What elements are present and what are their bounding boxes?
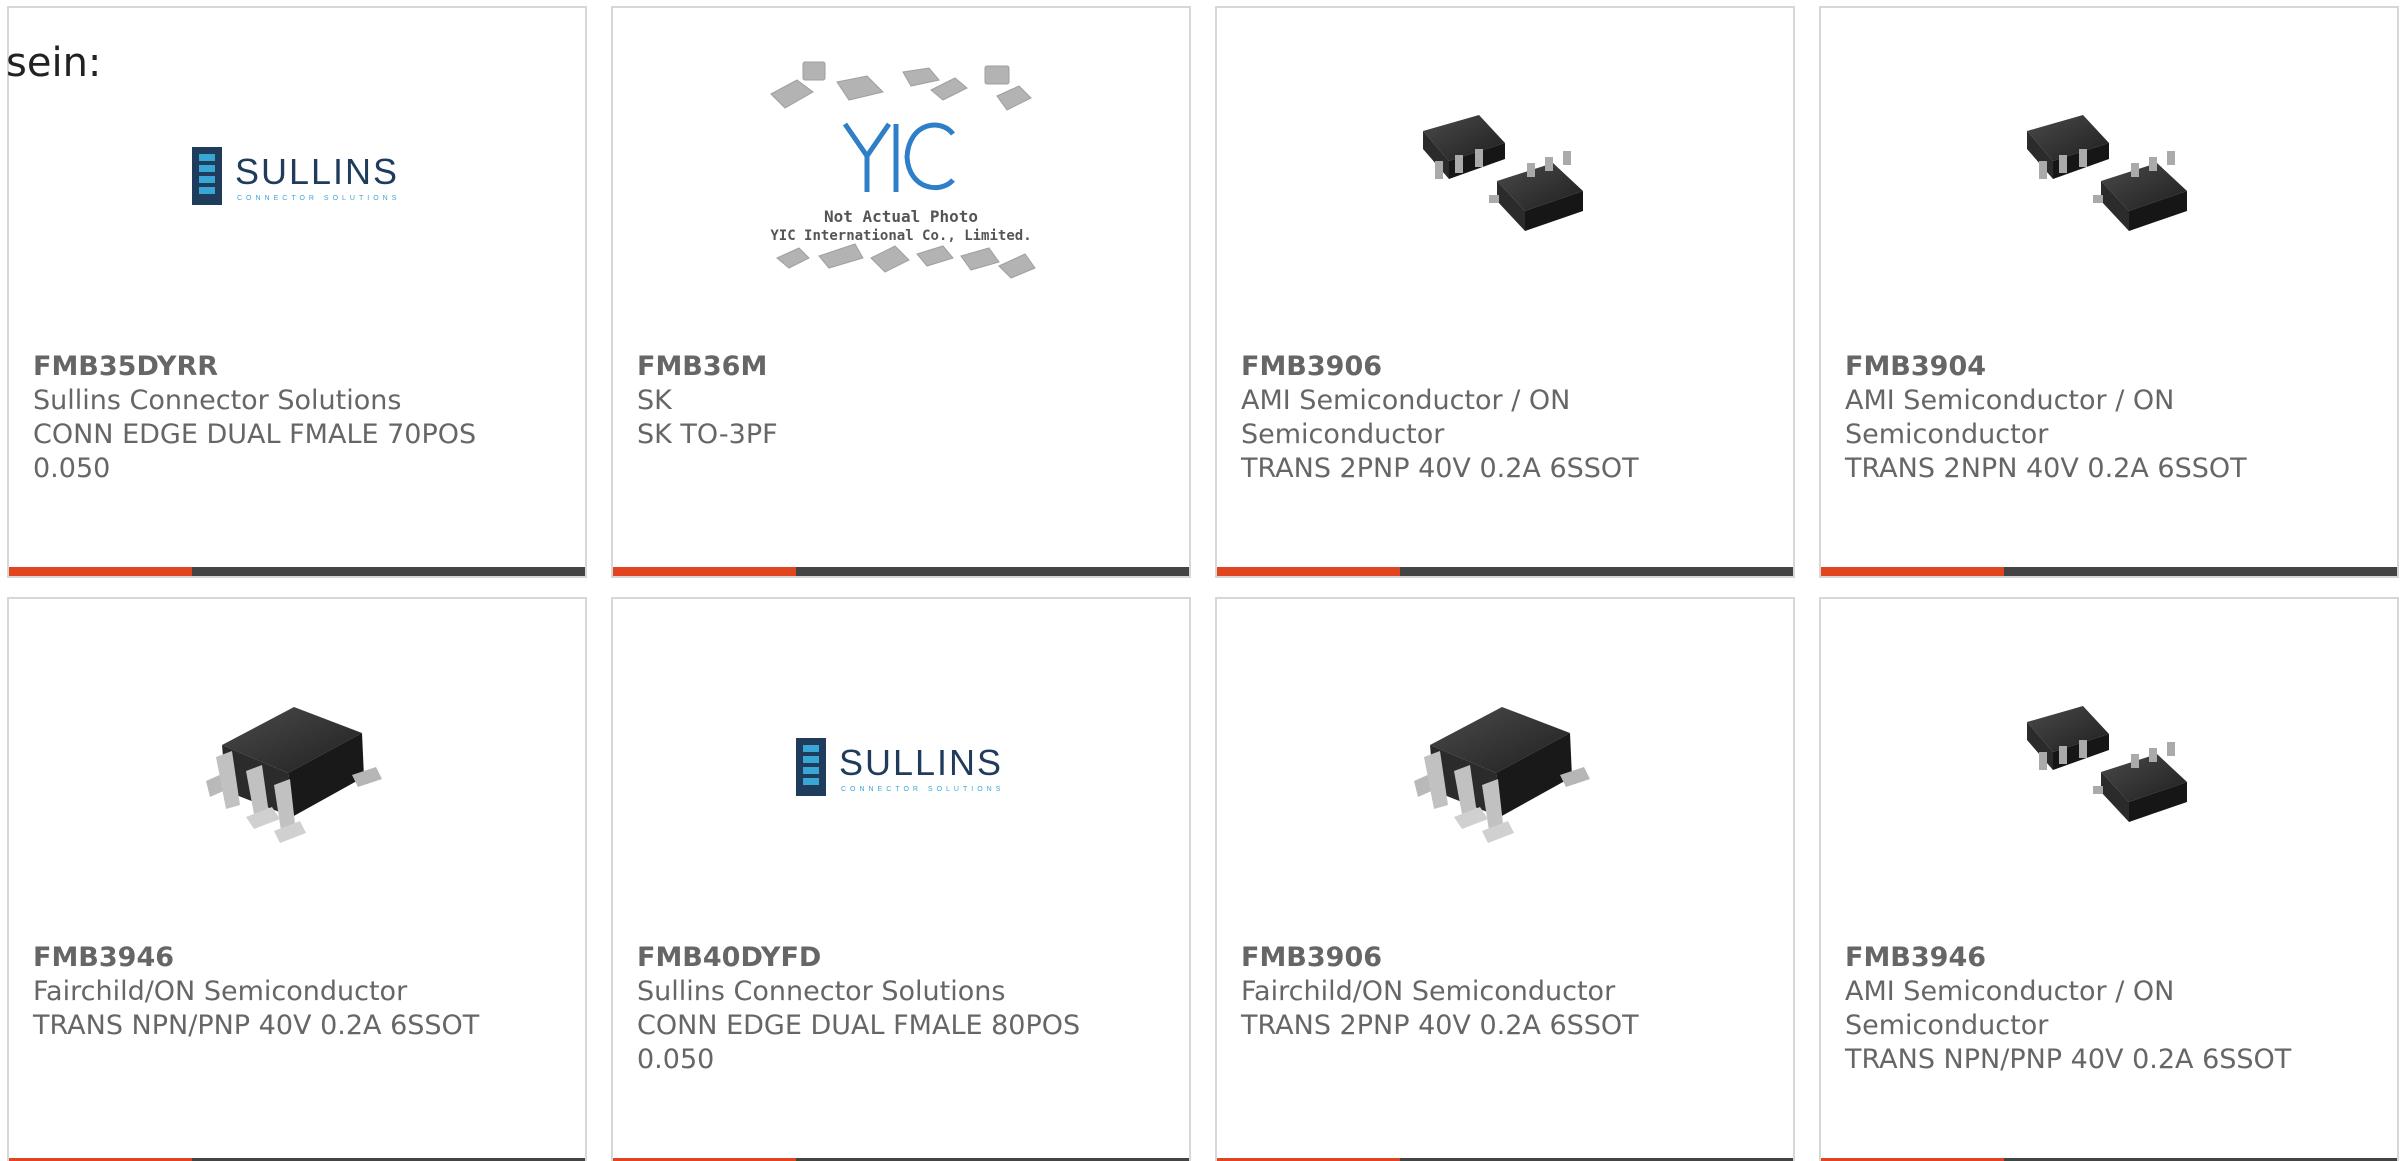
part-number[interactable]: FMB3946 xyxy=(33,941,561,975)
manufacturer: AMI Semiconductor / ON xyxy=(1845,385,2175,416)
product-details: FMB3946 Fairchild/ON Semiconductor TRANS… xyxy=(33,941,561,1043)
product-card[interactable]: FMB3946 AMI Semiconductor / ON Semicondu… xyxy=(1819,597,2399,1161)
sullins-logo-subtext: CONNECTOR SOLUTIONS xyxy=(237,195,400,202)
card-bottom-bar xyxy=(1821,567,2397,576)
card-accent-bar xyxy=(1217,567,1400,576)
part-number[interactable]: FMB3906 xyxy=(1241,350,1769,384)
description-line: TRANS NPN/PNP 40V 0.2A 6SSOT xyxy=(33,1010,480,1041)
description-line: TRANS NPN/PNP 40V 0.2A 6SSOT xyxy=(1845,1044,2292,1075)
single-sot-chip-icon xyxy=(1414,707,1590,843)
manufacturer: Fairchild/ON Semiconductor xyxy=(33,976,408,1007)
sullins-logo-text: SULLINS xyxy=(235,151,399,192)
manufacturer: AMI Semiconductor / ON xyxy=(1241,385,1571,416)
sullins-logo-subtext: CONNECTOR SOLUTIONS xyxy=(841,786,1004,793)
partial-heading-text: sein: xyxy=(6,40,102,86)
part-number[interactable]: FMB40DYFD xyxy=(637,941,1165,975)
part-number[interactable]: FMB3904 xyxy=(1845,350,2373,384)
product-details: FMB3906 AMI Semiconductor / ON Semicondu… xyxy=(1241,350,1769,486)
description-line: Semiconductor xyxy=(1241,419,1445,450)
product-details: FMB40DYFD Sullins Connector Solutions CO… xyxy=(637,941,1165,1077)
product-image[interactable] xyxy=(9,599,585,937)
card-bottom-bar xyxy=(613,567,1189,576)
yic-caption-line1: Not Actual Photo xyxy=(824,207,978,226)
yic-not-actual-photo-icon: Not Actual Photo YIC International Co., … xyxy=(770,61,1036,279)
manufacturer: AMI Semiconductor / ON xyxy=(1845,976,2175,1007)
manufacturer: Fairchild/ON Semiconductor xyxy=(1241,976,1616,1007)
product-details: FMB3906 Fairchild/ON Semiconductor TRANS… xyxy=(1241,941,1769,1043)
product-image[interactable] xyxy=(1821,599,2397,937)
product-image[interactable] xyxy=(1821,8,2397,346)
manufacturer: Sullins Connector Solutions xyxy=(637,976,1006,1007)
sullins-logo-icon: SULLINS CONNECTOR SOLUTIONS xyxy=(796,738,1004,796)
product-card[interactable]: FMB3946 Fairchild/ON Semiconductor TRANS… xyxy=(7,597,587,1161)
card-bottom-bar xyxy=(1217,567,1793,576)
description-line: CONN EDGE DUAL FMALE 80POS xyxy=(637,1010,1081,1041)
product-card[interactable]: FMB3906 Fairchild/ON Semiconductor TRANS… xyxy=(1215,597,1795,1161)
dual-sot-chip-icon xyxy=(2027,115,2187,231)
yic-caption-line2: YIC International Co., Limited. xyxy=(770,228,1031,244)
card-bottom-bar xyxy=(9,567,585,576)
product-details: FMB3904 AMI Semiconductor / ON Semicondu… xyxy=(1845,350,2373,486)
card-accent-bar xyxy=(1821,567,2004,576)
part-number[interactable]: FMB3906 xyxy=(1241,941,1769,975)
description-line: SK TO-3PF xyxy=(637,419,778,450)
product-grid-page: sein: SULLINS CONNECTOR SOLUTIONS FMB35D… xyxy=(0,0,2400,1161)
product-details: FMB36M SK SK TO-3PF xyxy=(637,350,1165,452)
product-image[interactable] xyxy=(1217,599,1793,937)
product-card[interactable]: SULLINS CONNECTOR SOLUTIONS FMB35DYRR Su… xyxy=(7,6,587,578)
description-line: TRANS 2PNP 40V 0.2A 6SSOT xyxy=(1241,453,1639,484)
product-card[interactable]: FMB3904 AMI Semiconductor / ON Semicondu… xyxy=(1819,6,2399,578)
description-line: Semiconductor xyxy=(1845,419,2049,450)
sullins-logo-icon: SULLINS CONNECTOR SOLUTIONS xyxy=(192,147,400,205)
description-line: TRANS 2PNP 40V 0.2A 6SSOT xyxy=(1241,1010,1639,1041)
card-accent-bar xyxy=(613,567,796,576)
dual-sot-chip-icon xyxy=(1423,115,1583,231)
part-number[interactable]: FMB36M xyxy=(637,350,1165,384)
manufacturer: SK xyxy=(637,385,672,416)
single-sot-chip-icon xyxy=(206,707,382,843)
manufacturer: Sullins Connector Solutions xyxy=(33,385,402,416)
description-line: 0.050 xyxy=(33,453,111,484)
description-line: 0.050 xyxy=(637,1044,715,1075)
part-number[interactable]: FMB3946 xyxy=(1845,941,2373,975)
product-image[interactable]: SULLINS CONNECTOR SOLUTIONS xyxy=(613,599,1189,937)
card-accent-bar xyxy=(9,567,192,576)
product-card[interactable]: Not Actual Photo YIC International Co., … xyxy=(611,6,1191,578)
product-image[interactable]: Not Actual Photo YIC International Co., … xyxy=(613,8,1189,346)
part-number[interactable]: FMB35DYRR xyxy=(33,350,561,384)
product-image[interactable] xyxy=(1217,8,1793,346)
description-line: Semiconductor xyxy=(1845,1010,2049,1041)
product-details: FMB35DYRR Sullins Connector Solutions CO… xyxy=(33,350,561,486)
product-details: FMB3946 AMI Semiconductor / ON Semicondu… xyxy=(1845,941,2373,1077)
description-line: CONN EDGE DUAL FMALE 70POS xyxy=(33,419,477,450)
description-line: TRANS 2NPN 40V 0.2A 6SSOT xyxy=(1845,453,2247,484)
product-card[interactable]: SULLINS CONNECTOR SOLUTIONS FMB40DYFD Su… xyxy=(611,597,1191,1161)
sullins-logo-text: SULLINS xyxy=(839,742,1003,783)
product-card[interactable]: FMB3906 AMI Semiconductor / ON Semicondu… xyxy=(1215,6,1795,578)
dual-sot-chip-icon xyxy=(2027,706,2187,822)
